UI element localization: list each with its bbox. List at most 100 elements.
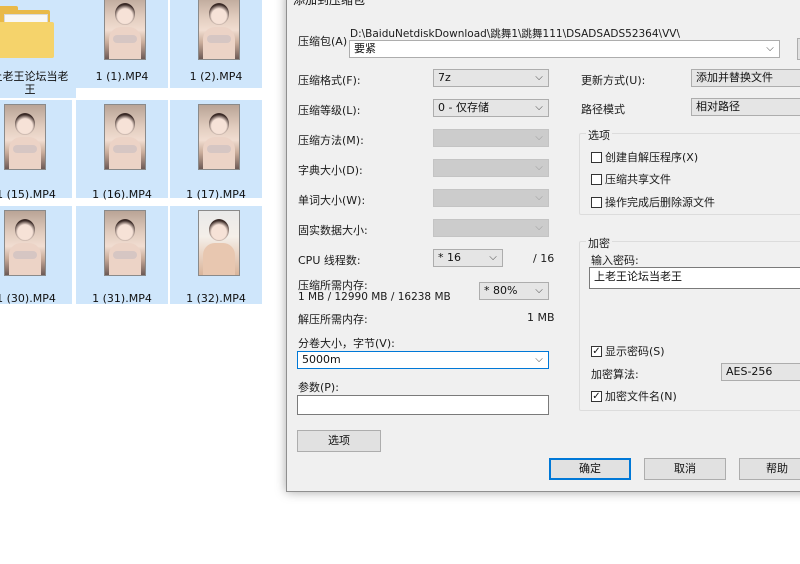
file-item-video[interactable]: 1 (17).MP4 bbox=[170, 100, 262, 201]
archive-path: D:\BaiduNetdiskDownload\跳舞1\跳舞111\DSADSA… bbox=[350, 28, 680, 40]
file-label: 上老王论坛当老王 bbox=[0, 70, 69, 96]
word-select[interactable]: ⌵ bbox=[433, 189, 549, 207]
encryption-group-label: 加密 bbox=[586, 235, 612, 251]
ok-button[interactable]: 确定 bbox=[549, 458, 631, 480]
folder-icon bbox=[0, 6, 56, 60]
file-item-video[interactable]: 1 (2).MP4 bbox=[170, 0, 262, 88]
chevron-down-icon: ⌵ bbox=[535, 72, 543, 83]
file-item-folder[interactable]: 上老王论坛当老王 bbox=[0, 0, 76, 98]
file-item-video[interactable]: 1 (31).MP4 bbox=[76, 206, 168, 305]
chevron-down-icon: ⌵ bbox=[489, 252, 497, 263]
chevron-down-icon[interactable]: ⌵ bbox=[764, 41, 776, 57]
word-label: 单词大小(W): bbox=[298, 194, 366, 207]
cpu-value: * 16 bbox=[438, 251, 461, 264]
file-item-video[interactable]: 1 (30).MP4 bbox=[0, 206, 72, 305]
sfx-checkbox[interactable]: 创建自解压程序(X) bbox=[591, 149, 698, 165]
level-label: 压缩等级(L): bbox=[298, 104, 361, 117]
video-thumbnail bbox=[198, 104, 240, 170]
delete-source-checkbox[interactable]: 操作完成后删除源文件 bbox=[591, 194, 715, 210]
path-mode-value: 相对路径 bbox=[696, 100, 740, 113]
file-item-video[interactable]: 1 (32).MP4 bbox=[170, 206, 262, 305]
checkbox-box[interactable] bbox=[591, 151, 602, 163]
file-label: 1 (2).MP4 bbox=[189, 70, 243, 83]
cpu-select[interactable]: * 16 ⌵ bbox=[433, 249, 503, 267]
add-to-archive-dialog: 添加到压缩包 压缩包(A) D:\BaiduNetdiskDownload\跳舞… bbox=[286, 0, 800, 492]
update-mode-select[interactable]: 添加并替换文件 bbox=[691, 69, 800, 87]
update-mode-value: 添加并替换文件 bbox=[696, 71, 773, 84]
chevron-down-icon: ⌵ bbox=[535, 354, 543, 365]
path-mode-select[interactable]: 相对路径 bbox=[691, 98, 800, 116]
video-thumbnail bbox=[198, 0, 240, 60]
chevron-down-icon: ⌵ bbox=[535, 102, 543, 113]
encrypt-names-label: 加密文件名(N) bbox=[605, 390, 677, 403]
options-group-label: 选项 bbox=[586, 127, 612, 143]
file-item-video[interactable]: 1 (15).MP4 bbox=[0, 100, 72, 201]
file-label: 1 (15).MP4 bbox=[0, 188, 56, 201]
file-label: 1 (32).MP4 bbox=[186, 292, 246, 305]
chevron-down-icon: ⌵ bbox=[535, 222, 543, 233]
dialog-title: 添加到压缩包 bbox=[293, 0, 366, 7]
chevron-down-icon: ⌵ bbox=[535, 132, 543, 143]
params-label: 参数(P): bbox=[298, 381, 339, 394]
cpu-label: CPU 线程数: bbox=[298, 254, 361, 267]
file-label: 1 (17).MP4 bbox=[186, 188, 246, 201]
video-thumbnail bbox=[104, 104, 146, 170]
video-thumbnail bbox=[4, 104, 46, 170]
dict-label: 字典大小(D): bbox=[298, 164, 363, 177]
archive-name-combo[interactable]: 要紧 ⌵ bbox=[349, 40, 780, 58]
memory-detail: 1 MB / 12990 MB / 16238 MB bbox=[298, 291, 451, 303]
video-thumbnail bbox=[104, 210, 146, 276]
file-label: 1 (31).MP4 bbox=[92, 292, 152, 305]
level-value: 0 - 仅存储 bbox=[438, 101, 489, 114]
params-input[interactable] bbox=[297, 395, 549, 415]
cancel-button[interactable]: 取消 bbox=[644, 458, 726, 480]
dict-select[interactable]: ⌵ bbox=[433, 159, 549, 177]
level-select[interactable]: 0 - 仅存储 ⌵ bbox=[433, 99, 549, 117]
file-item-video[interactable]: 1 (16).MP4 bbox=[76, 100, 168, 201]
delete-source-label: 操作完成后删除源文件 bbox=[605, 196, 715, 209]
shared-files-label: 压缩共享文件 bbox=[605, 173, 671, 186]
video-thumbnail bbox=[104, 0, 146, 60]
solid-label: 固实数据大小: bbox=[298, 224, 368, 237]
options-button[interactable]: 选项 bbox=[297, 430, 381, 452]
show-password-label: 显示密码(S) bbox=[605, 345, 665, 358]
checkbox-box[interactable]: ✓ bbox=[591, 345, 602, 357]
password-label: 输入密码: bbox=[591, 254, 639, 267]
encryption-method-label: 加密算法: bbox=[591, 368, 639, 381]
chevron-down-icon: ⌵ bbox=[535, 285, 543, 296]
file-label: 1 (16).MP4 bbox=[92, 188, 152, 201]
method-select[interactable]: ⌵ bbox=[433, 129, 549, 147]
encryption-method-value: AES-256 bbox=[726, 365, 773, 378]
checkbox-box[interactable]: ✓ bbox=[591, 390, 602, 402]
path-mode-label: 路径模式 bbox=[581, 103, 625, 116]
chevron-down-icon: ⌵ bbox=[535, 162, 543, 173]
checkbox-box[interactable] bbox=[591, 173, 602, 185]
video-thumbnail bbox=[198, 210, 240, 276]
archive-name-value: 要紧 bbox=[354, 42, 376, 55]
chevron-down-icon: ⌵ bbox=[535, 192, 543, 203]
archive-label: 压缩包(A) bbox=[298, 35, 348, 48]
decompress-memory-label: 解压所需内存: bbox=[298, 313, 368, 326]
split-size-combo[interactable]: 5000m ⌵ bbox=[297, 351, 549, 369]
encrypt-names-checkbox[interactable]: ✓ 加密文件名(N) bbox=[591, 388, 677, 404]
encryption-method-select[interactable]: AES-256 bbox=[721, 363, 800, 381]
file-item-video[interactable]: 1 (1).MP4 bbox=[76, 0, 168, 88]
format-value: 7z bbox=[438, 71, 451, 84]
cpu-max: / 16 bbox=[533, 252, 555, 265]
solid-select[interactable]: ⌵ bbox=[433, 219, 549, 237]
split-label: 分卷大小，字节(V): bbox=[298, 337, 395, 350]
format-label: 压缩格式(F): bbox=[298, 74, 361, 87]
update-mode-label: 更新方式(U): bbox=[581, 74, 646, 87]
memory-value: * 80% bbox=[484, 284, 518, 297]
show-password-checkbox[interactable]: ✓ 显示密码(S) bbox=[591, 343, 665, 359]
file-label: 1 (1).MP4 bbox=[95, 70, 149, 83]
password-input[interactable]: 上老王论坛当老王 bbox=[589, 267, 800, 289]
sfx-label: 创建自解压程序(X) bbox=[605, 151, 699, 164]
help-button[interactable]: 帮助 bbox=[739, 458, 800, 480]
checkbox-box[interactable] bbox=[591, 196, 602, 208]
split-value: 5000m bbox=[302, 353, 341, 366]
shared-files-checkbox[interactable]: 压缩共享文件 bbox=[591, 171, 671, 187]
memory-select[interactable]: * 80% ⌵ bbox=[479, 282, 549, 300]
file-label: 1 (30).MP4 bbox=[0, 292, 56, 305]
format-select[interactable]: 7z ⌵ bbox=[433, 69, 549, 87]
